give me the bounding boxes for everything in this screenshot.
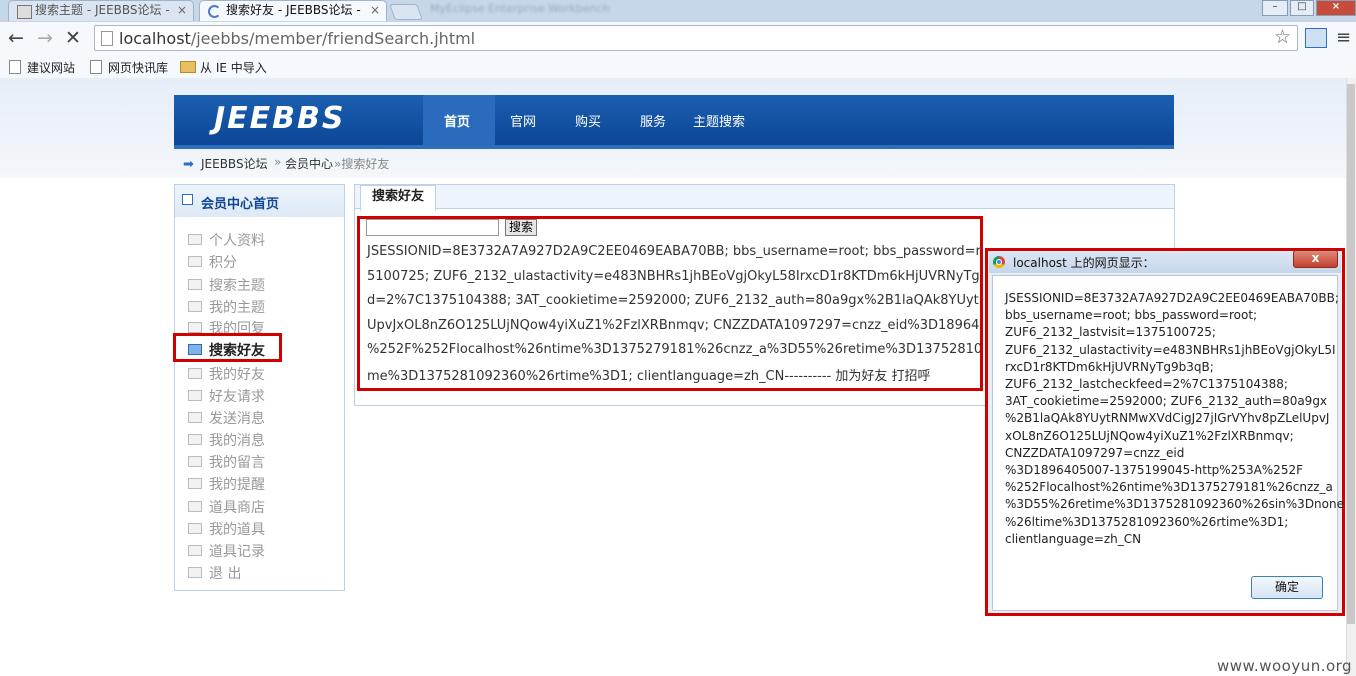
folder-icon [188,322,202,333]
folder-icon [188,545,202,556]
site-logo[interactable]: JEEBBS [214,101,346,136]
breadcrumb-current: »搜索好友 [334,157,390,171]
tab-search-friends[interactable]: 搜索好友 [360,185,436,211]
close-icon[interactable]: × [177,1,187,20]
folder-icon [188,434,202,445]
browser-tab-search-topic[interactable]: 搜索主题 - JEEBBS论坛 - × [8,0,194,21]
bookmark-import-ie[interactable]: 从 IE 中导入 [200,59,267,76]
folder-icon [188,279,202,290]
folder-icon [188,478,202,489]
breadcrumb-forum[interactable]: JEEBBS论坛 [201,155,268,172]
page-favicon-icon [17,5,32,19]
dialog-message: JSESSIONID=8E3732A7A927D2A9C2EE0469EABA7… [1005,291,1344,546]
folder-icon [188,256,202,267]
bookmark-web-slice[interactable]: 网页快讯库 [108,59,168,76]
bookmark-suggested-sites[interactable]: 建议网站 [27,59,75,76]
highlight-annotation-menu [173,333,282,362]
page-icon [9,60,21,74]
folder-icon [188,456,202,467]
folder-icon [188,368,202,379]
scrollbar-thumb[interactable] [1347,84,1355,624]
folder-icon [188,523,202,534]
tab-label: 搜索好友 - JEEBBS论坛 - [226,3,361,17]
page-action-icon[interactable] [1305,28,1327,48]
folder-icon [180,61,196,73]
menu-icon[interactable]: ≡ [1336,27,1351,48]
dialog-close-button[interactable]: x [1293,250,1338,268]
address-bar[interactable]: localhost/jeebbs/member/friendSearch.jht… [94,25,1298,51]
highlight-annotation-results [357,216,983,391]
breadcrumb-arrow-icon: ➡ [183,157,194,172]
breadcrumb-separator: » [274,155,282,169]
nav-topic-search[interactable]: 主题搜索 [693,111,745,130]
window-close-button[interactable]: × [1316,0,1356,16]
chrome-logo-icon [993,256,1005,268]
folder-icon [188,567,202,578]
panel-tab-bar [355,185,1174,209]
folder-icon [188,301,202,312]
nav-buy[interactable]: 购买 [575,111,601,130]
sidebar-title[interactable]: 会员中心首页 [201,193,279,212]
folder-icon [188,234,202,245]
nav-home[interactable]: 首页 [444,111,470,130]
dialog-title: localhost 上的网页显示： [1013,256,1155,270]
new-tab-button[interactable] [389,4,423,20]
tab-label: 搜索主题 - JEEBBS论坛 - [35,3,170,17]
member-home-icon [182,194,193,205]
nav-service[interactable]: 服务 [640,111,666,130]
url-text: localhost/jeebbs/member/friendSearch.jht… [119,29,476,48]
loading-spinner-icon [208,5,221,18]
forward-arrow-icon[interactable]: → [34,28,56,50]
close-icon[interactable]: × [370,1,380,20]
nav-official[interactable]: 官网 [510,111,536,130]
page-icon [101,31,113,46]
blurred-window-title: MyEclipse Enterprise Workbench [430,2,610,15]
bookmark-star-icon[interactable]: ☆ [1274,26,1291,48]
folder-icon [188,412,202,423]
folder-icon [188,390,202,401]
browser-tab-search-friend[interactable]: 搜索好友 - JEEBBS论坛 - × [199,0,387,21]
stop-icon[interactable]: ✕ [62,28,84,50]
minimize-button[interactable]: – [1262,0,1288,16]
back-arrow-icon[interactable]: ← [5,28,27,50]
dialog-ok-button[interactable]: 确定 [1251,576,1323,599]
page-icon [90,60,102,74]
maximize-button[interactable]: □ [1290,0,1314,16]
folder-icon [188,501,202,512]
breadcrumb-member-center[interactable]: 会员中心 [285,155,333,172]
watermark: www.wooyun.org [1217,657,1353,675]
